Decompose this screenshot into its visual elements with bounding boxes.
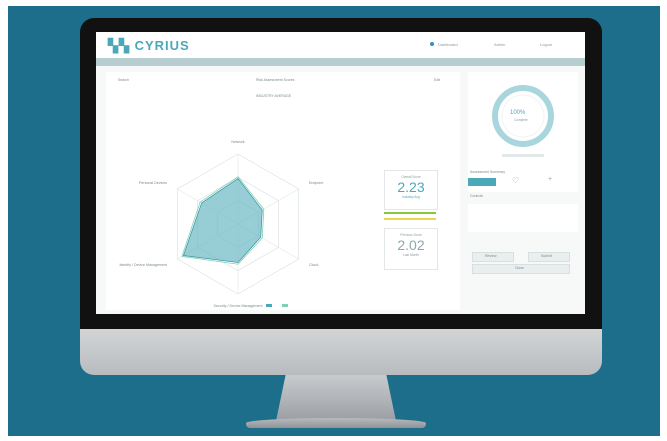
- submit-button[interactable]: Submit: [528, 252, 570, 262]
- progress-caption-bar: [502, 154, 544, 157]
- score-divider-green: [384, 212, 436, 214]
- previous-score-label: Previous Score: [400, 233, 422, 237]
- radar-axis-label: Personal Devices: [139, 181, 167, 185]
- top-navigation-bar: ▚▚ CYRIUS Dashboard Admin Logout: [96, 32, 585, 58]
- radar-axis-label: Endpoint: [309, 181, 323, 185]
- overall-score-value: 2.23: [397, 179, 425, 195]
- brand-logo[interactable]: ▚▚ CYRIUS: [108, 38, 190, 54]
- review-button-label: Review: [485, 254, 497, 258]
- brand-name: CYRIUS: [134, 38, 190, 53]
- nav-item-dashboard[interactable]: Dashboard: [438, 42, 458, 47]
- app-screen: ▚▚ CYRIUS Dashboard Admin Logout Search …: [96, 32, 585, 314]
- nav-item-admin[interactable]: Admin: [494, 42, 505, 47]
- score-column: Overall Score 2.23 Industry Avg Previous…: [384, 170, 438, 278]
- progress-sub: Complete: [514, 118, 528, 122]
- summary-active-tab[interactable]: [468, 178, 496, 186]
- radar-series-0: [182, 177, 263, 263]
- progress-percent: 100%: [510, 110, 526, 116]
- score-divider-yellow: [384, 218, 436, 220]
- summary-label: Assessment Summary: [470, 170, 506, 174]
- overall-score-sub: Industry Avg: [402, 195, 420, 199]
- heart-icon[interactable]: ♡: [512, 176, 519, 185]
- summary-section: Assessment Summary ♡ + Controls Review S…: [468, 170, 578, 280]
- plus-icon[interactable]: +: [548, 176, 552, 183]
- controls-label: Controls: [470, 194, 484, 198]
- review-button[interactable]: Review: [472, 252, 514, 262]
- radar-axis-label: Network: [231, 140, 244, 144]
- previous-score-value: 2.02: [397, 237, 425, 253]
- previous-score-card: Previous Score 2.02 Last Month: [384, 228, 438, 270]
- nav-item-logout[interactable]: Logout: [540, 42, 552, 47]
- legend-swatch-0: [266, 304, 272, 307]
- previous-score-sub: Last Month: [403, 253, 419, 257]
- header-accent-strip: [96, 58, 585, 66]
- radar-axis-label: Security / Device Management: [214, 304, 263, 308]
- overall-score-label: Overall Score: [401, 175, 421, 179]
- close-button[interactable]: Close: [472, 264, 570, 274]
- legend-swatch-1: [282, 304, 288, 307]
- chart-legend: [266, 304, 288, 307]
- radar-axis-label: Cloud: [309, 263, 318, 267]
- controls-area: [468, 204, 578, 232]
- submit-button-label: Submit: [541, 254, 552, 258]
- radar-axis-label: Identity / Device Management: [119, 263, 167, 267]
- photo-frame: ▚▚ CYRIUS Dashboard Admin Logout Search …: [0, 0, 667, 441]
- monitor-stand-neck: [276, 375, 396, 421]
- status-dot-icon: [430, 42, 434, 46]
- overall-score-card: Overall Score 2.23 Industry Avg: [384, 170, 438, 210]
- brand-mark-icon: ▚▚: [108, 38, 135, 53]
- monitor-stand-base: [246, 418, 426, 428]
- close-button-label: Close: [515, 266, 524, 270]
- monitor-chin: [80, 329, 602, 375]
